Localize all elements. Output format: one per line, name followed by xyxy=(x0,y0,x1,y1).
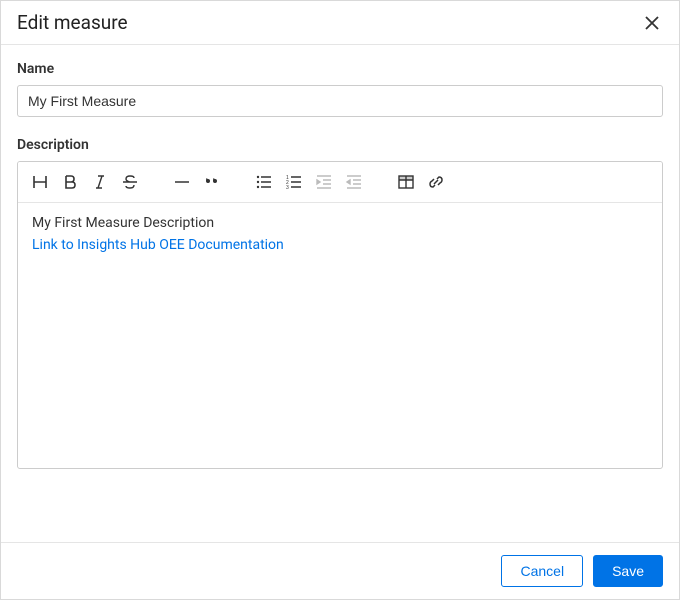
close-button[interactable] xyxy=(641,12,663,34)
heading-button[interactable] xyxy=(26,168,54,196)
strikethrough-icon xyxy=(121,173,139,191)
name-label: Name xyxy=(17,61,663,77)
dialog-footer: Cancel Save xyxy=(1,542,679,599)
blockquote-button[interactable] xyxy=(198,168,226,196)
bullet-list-button[interactable] xyxy=(250,168,278,196)
dialog-body: Name Description xyxy=(1,45,679,542)
italic-icon xyxy=(91,173,109,191)
table-button[interactable] xyxy=(392,168,420,196)
quote-icon xyxy=(203,173,221,191)
bold-button[interactable] xyxy=(56,168,84,196)
heading-icon xyxy=(31,173,49,191)
table-icon xyxy=(397,173,415,191)
bullet-list-icon xyxy=(255,173,273,191)
description-link[interactable]: Link to Insights Hub OEE Documentation xyxy=(32,237,284,253)
rich-text-editor: 123 xyxy=(17,161,663,469)
link-icon xyxy=(427,173,445,191)
dialog-header: Edit measure xyxy=(1,1,679,45)
strikethrough-button[interactable] xyxy=(116,168,144,196)
dialog-title: Edit measure xyxy=(17,11,128,34)
link-button[interactable] xyxy=(422,168,450,196)
svg-text:3: 3 xyxy=(286,185,289,191)
rte-toolbar: 123 xyxy=(18,162,662,203)
indent-icon xyxy=(315,173,333,191)
save-button[interactable]: Save xyxy=(593,555,663,587)
bold-icon xyxy=(61,173,79,191)
close-icon xyxy=(645,16,659,30)
edit-measure-dialog: Edit measure Name Description xyxy=(0,0,680,600)
ordered-list-button[interactable]: 123 xyxy=(280,168,308,196)
horizontal-rule-icon xyxy=(173,173,191,191)
italic-button[interactable] xyxy=(86,168,114,196)
cancel-button[interactable]: Cancel xyxy=(501,555,583,587)
outdent-icon xyxy=(345,173,363,191)
ordered-list-icon: 123 xyxy=(285,173,303,191)
outdent-button[interactable] xyxy=(340,168,368,196)
rte-content-area[interactable]: My First Measure Description Link to Ins… xyxy=(18,203,662,468)
description-label: Description xyxy=(17,137,663,153)
description-text: My First Measure Description xyxy=(32,215,648,231)
horizontal-rule-button[interactable] xyxy=(168,168,196,196)
indent-button[interactable] xyxy=(310,168,338,196)
name-input[interactable] xyxy=(17,85,663,117)
